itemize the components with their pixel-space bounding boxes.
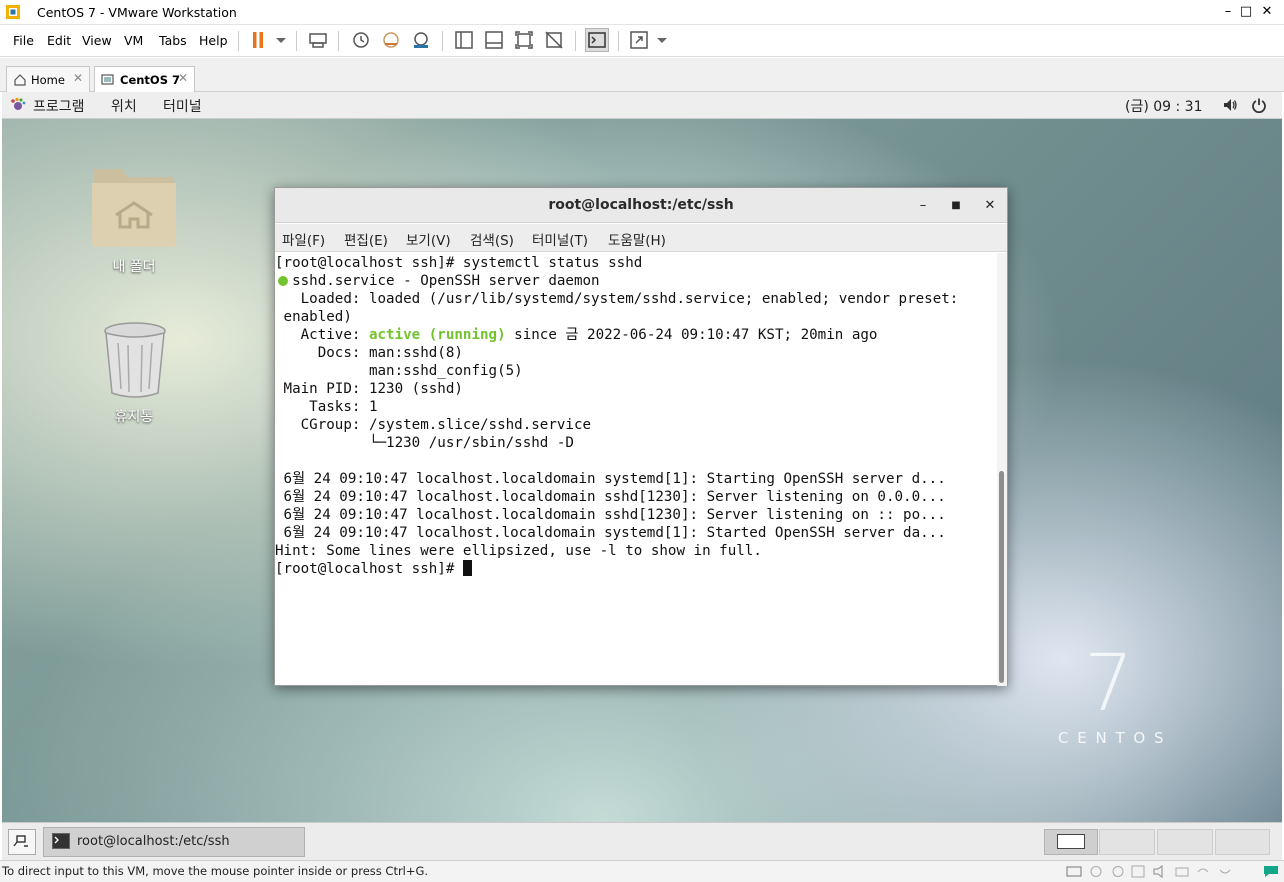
terminal-menu-view[interactable]: 보기(V) xyxy=(406,229,451,249)
terminal-close-button[interactable]: ✕ xyxy=(980,196,1000,216)
terminal-line: man:sshd_config(5) xyxy=(275,363,523,379)
unity-icon[interactable] xyxy=(543,29,565,51)
terminal-prompt: [root@localhost ssh]# xyxy=(275,560,472,578)
menu-edit[interactable]: Edit xyxy=(47,33,71,48)
active-status: active (running) xyxy=(368,327,506,343)
terminal-app-menu[interactable]: 터미널 xyxy=(163,96,202,116)
full-screen-icon[interactable] xyxy=(513,29,535,51)
workspace-1[interactable] xyxy=(1044,829,1098,855)
terminal-window[interactable]: root@localhost:/etc/ssh – ■ ✕ 파일(F) 편집(E… xyxy=(274,187,1008,686)
terminal-line: 6월 24 09:10:47 localhost.localdomain ssh… xyxy=(275,507,946,523)
terminal-line-active: Active: active (running) since 금 2022-06… xyxy=(275,326,878,344)
pause-icon[interactable] xyxy=(247,29,269,51)
close-icon[interactable]: ✕ xyxy=(178,71,188,85)
workspace-window-thumb xyxy=(1057,834,1085,849)
menu-tabs[interactable]: Tabs xyxy=(159,33,187,48)
chevron-down-icon[interactable] xyxy=(651,29,673,51)
message-icon[interactable] xyxy=(1262,864,1280,879)
terminal-output[interactable]: [root@localhost ssh]# systemctl status s… xyxy=(275,253,997,686)
vm-icon xyxy=(101,73,114,85)
close-button[interactable]: ✕ xyxy=(1256,3,1278,21)
close-icon[interactable]: ✕ xyxy=(73,71,83,85)
terminal-line: Docs: man:sshd(8) xyxy=(275,345,463,361)
terminal-line: [root@localhost ssh]# systemctl status s… xyxy=(275,255,643,271)
trash-icon[interactable] xyxy=(102,321,168,401)
trash-label[interactable]: 휴지통 xyxy=(84,406,184,426)
terminal-menu-help[interactable]: 도움말(H) xyxy=(608,229,666,249)
active-label: Active: xyxy=(275,327,369,343)
window-title: CentOS 7 - VMware Workstation xyxy=(37,5,237,20)
terminal-menu-search[interactable]: 검색(S) xyxy=(470,229,514,249)
terminal-menu-edit[interactable]: 편집(E) xyxy=(344,229,388,249)
workspace-2[interactable] xyxy=(1099,829,1155,855)
clock[interactable]: (금) 09 : 31 xyxy=(1125,96,1203,116)
terminal-line: sshd.service - OpenSSH server daemon xyxy=(275,273,600,289)
taskbar-window-label: root@localhost:/etc/ssh xyxy=(77,834,230,849)
snapshot-icon[interactable] xyxy=(350,29,372,51)
places-menu[interactable]: 위치 xyxy=(111,96,137,116)
terminal-line: Main PID: 1230 (sshd) xyxy=(275,381,463,397)
show-desktop-button[interactable] xyxy=(8,829,36,855)
stretch-guest-icon[interactable] xyxy=(628,29,650,51)
revert-snapshot-icon[interactable] xyxy=(380,29,402,51)
snapshot-manager-icon[interactable] xyxy=(410,29,432,51)
gnome-foot-icon xyxy=(11,97,26,110)
home-folder-icon[interactable] xyxy=(90,165,178,249)
terminal-line: 6월 24 09:10:47 localhost.localdomain ssh… xyxy=(275,489,946,505)
show-desktop-icon xyxy=(13,835,28,847)
terminal-scrollbar-thumb[interactable] xyxy=(999,471,1004,683)
terminal-menu-terminal[interactable]: 터미널(T) xyxy=(532,229,588,249)
chevron-down-icon[interactable] xyxy=(270,29,292,51)
tab-centos7[interactable]: CentOS 7 ✕ xyxy=(94,66,195,92)
show-thumbnail-icon[interactable] xyxy=(483,29,505,51)
status-message: To direct input to this VM, move the mou… xyxy=(2,864,429,878)
menu-help[interactable]: Help xyxy=(199,33,228,48)
prompt-text: [root@localhost ssh]# xyxy=(275,561,463,577)
tab-home-label: Home xyxy=(31,72,65,87)
menu-view[interactable]: View xyxy=(82,33,112,48)
terminal-line: 6월 24 09:10:47 localhost.localdomain sys… xyxy=(275,471,946,487)
tab-home[interactable]: Home ✕ xyxy=(6,66,90,92)
centos-brand-number: 7 xyxy=(1084,639,1134,729)
vmware-app-icon xyxy=(6,5,20,19)
centos-brand-name: C E N T O S xyxy=(1058,729,1166,747)
terminal-icon xyxy=(52,833,70,849)
show-library-icon[interactable] xyxy=(453,29,475,51)
maximize-button[interactable]: □ xyxy=(1235,3,1257,21)
terminal-menu-file[interactable]: 파일(F) xyxy=(282,229,325,249)
workspace-3[interactable] xyxy=(1157,829,1213,855)
terminal-title: root@localhost:/etc/ssh xyxy=(548,197,734,213)
terminal-line: Hint: Some lines were ellipsized, use -l… xyxy=(275,543,762,559)
terminal-minimize-button[interactable]: – xyxy=(913,196,933,216)
home-folder-label[interactable]: 내 폴더 xyxy=(84,256,184,276)
menu-file[interactable]: File xyxy=(13,33,34,48)
workspace-4[interactable] xyxy=(1215,829,1270,855)
terminal-line: Tasks: 1 xyxy=(275,399,378,415)
device-status-icons[interactable] xyxy=(1066,864,1256,879)
console-icon xyxy=(588,32,606,48)
terminal-line: enabled) xyxy=(275,309,352,325)
text-cursor xyxy=(462,560,472,576)
home-icon xyxy=(14,73,26,86)
terminal-line: 6월 24 09:10:47 localhost.localdomain sys… xyxy=(275,525,946,541)
menu-vm[interactable]: VM xyxy=(124,33,143,48)
power-icon[interactable] xyxy=(1251,97,1267,113)
status-dot-icon xyxy=(278,276,288,286)
applications-menu[interactable]: 프로그램 xyxy=(33,96,85,116)
send-ctrl-alt-del-icon[interactable] xyxy=(307,29,329,51)
tab-centos7-label: CentOS 7 xyxy=(120,72,180,87)
terminal-line: CGroup: /system.slice/sshd.service xyxy=(275,417,592,433)
terminal-maximize-button[interactable]: ■ xyxy=(946,196,966,216)
terminal-line: └─1230 /usr/sbin/sshd -D xyxy=(275,435,574,451)
terminal-line: Loaded: loaded (/usr/lib/systemd/system/… xyxy=(275,291,959,307)
active-since: since 금 2022-06-24 09:10:47 KST; 20min a… xyxy=(505,327,878,343)
volume-icon[interactable] xyxy=(1222,97,1238,113)
